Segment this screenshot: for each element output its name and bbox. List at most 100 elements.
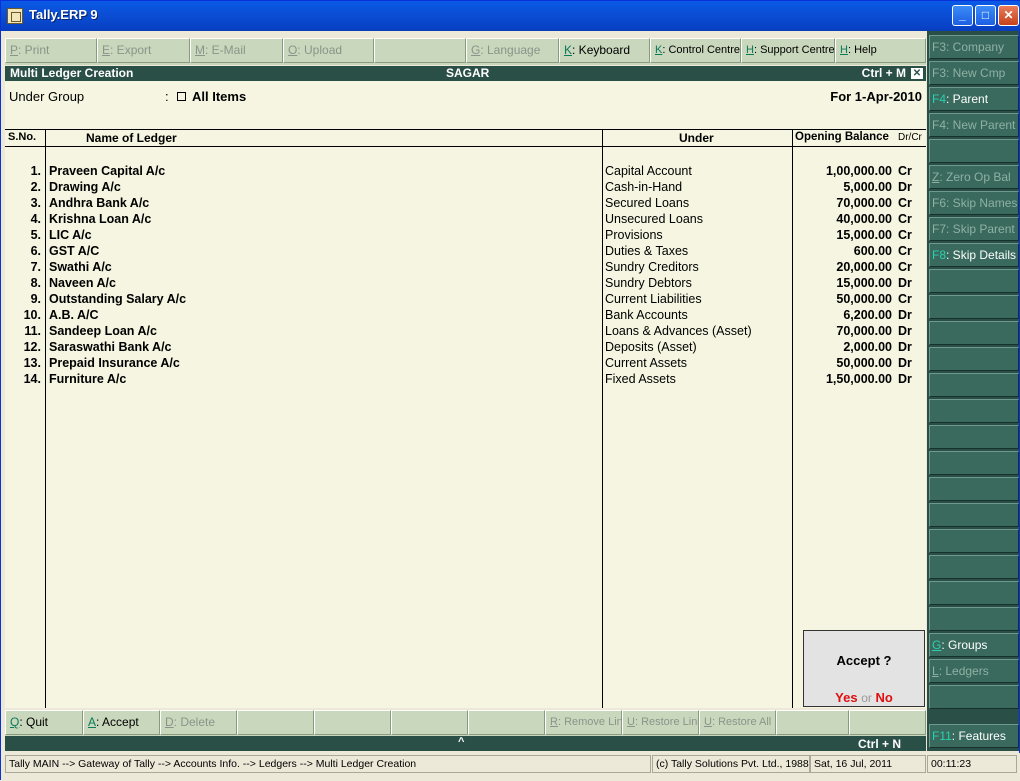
- ledgers-button[interactable]: L: Ledgers: [929, 659, 1019, 683]
- skip-parent-button[interactable]: F7: Skip Parent: [929, 217, 1019, 241]
- ledger-row[interactable]: 10. A.B. A/C Bank Accounts 6,200.00 Dr: [5, 307, 926, 323]
- help-button[interactable]: H: Help: [835, 38, 926, 63]
- new-parent-button[interactable]: F4: New Parent: [929, 113, 1019, 137]
- ledger-group: Capital Account: [605, 164, 692, 178]
- dr-cr: Cr: [898, 244, 912, 258]
- opening-balance: 1,00,000.00: [825, 164, 892, 178]
- quit-button[interactable]: Q: Quit: [5, 710, 83, 735]
- ledger-name: Krishna Loan A/c: [49, 212, 152, 226]
- status-bar: Tally MAIN --> Gateway of Tally --> Acco…: [1, 753, 1020, 781]
- support-centre-button[interactable]: H: Support Centre: [741, 38, 835, 63]
- status-time: 00:11:23: [927, 755, 1017, 773]
- close-icon[interactable]: ✕: [998, 5, 1019, 26]
- under-group-field[interactable]: All Items: [192, 89, 246, 104]
- ledger-row[interactable]: 2. Drawing A/c Cash-in-Hand 5,000.00 Dr: [5, 179, 926, 195]
- ledger-group: Unsecured Loans: [605, 212, 703, 226]
- ledger-group: Sundry Debtors: [605, 276, 692, 290]
- button-label: : Skip Details: [946, 248, 1017, 262]
- no-option[interactable]: No: [876, 690, 893, 705]
- ledger-name: Outstanding Salary A/c: [49, 292, 187, 306]
- skip-details-button[interactable]: F8: Skip Details: [929, 243, 1019, 267]
- ledger-row[interactable]: 7. Swathi A/c Sundry Creditors 20,000.00 Cr: [5, 259, 926, 275]
- shortcut-key: A: [88, 715, 97, 729]
- ledger-row[interactable]: 9. Outstanding Salary A/c Current Liabilit…: [5, 291, 926, 307]
- button-label: : New Parent: [946, 118, 1016, 132]
- button-label: : Control Centre: [662, 44, 740, 56]
- ledger-group: Deposits (Asset): [605, 340, 697, 354]
- features-button[interactable]: F11: Features: [929, 724, 1019, 748]
- new-cmp-button[interactable]: F3: New Cmp: [929, 61, 1019, 85]
- ledger-row[interactable]: 3. Andhra Bank A/c Secured Loans 70,000.00 C…: [5, 195, 926, 211]
- ledger-name: Saraswathi Bank A/c: [49, 340, 172, 354]
- ledger-name: A.B. A/C: [49, 308, 99, 322]
- scroll-up-icon[interactable]: ^: [458, 735, 464, 750]
- serial-number: 7.: [30, 260, 41, 274]
- shortcut-key: E: [102, 43, 111, 57]
- opening-balance: 5,000.00: [843, 180, 892, 194]
- ledger-row[interactable]: 14. Furniture A/c Fixed Assets 1,50,000.00 D…: [5, 371, 926, 387]
- ledger-group: Loans & Advances (Asset): [605, 324, 752, 338]
- delete-button: D: Delete: [160, 710, 237, 735]
- shortcut-key: H: [840, 44, 848, 56]
- header-close-icon[interactable]: ✕: [911, 68, 923, 79]
- header-shortcut: Ctrl + M: [861, 66, 906, 80]
- under-group-colon: :: [165, 89, 169, 104]
- control-centre-button[interactable]: K: Control Centre: [650, 38, 741, 63]
- button-label: : Zero Op Bal: [939, 170, 1011, 184]
- restore-all-button: U: Restore All: [699, 710, 776, 735]
- groups-button[interactable]: G: Groups: [929, 633, 1019, 657]
- minimize-icon[interactable]: _: [952, 5, 973, 26]
- shortcut-key: P: [10, 43, 19, 57]
- blank-side-button: [929, 269, 1019, 293]
- blank-side-button: [929, 581, 1019, 605]
- col-header-sno: S.No.: [8, 131, 37, 143]
- dr-cr: Cr: [898, 164, 912, 178]
- maximize-icon[interactable]: □: [975, 5, 996, 26]
- shortcut-key: G: [471, 43, 481, 57]
- ledger-row[interactable]: 13. Prepaid Insurance A/c Current Assets 50…: [5, 355, 926, 371]
- keyboard-button[interactable]: K: Keyboard: [559, 38, 650, 63]
- company-name: SAGAR: [446, 66, 490, 80]
- blank-button: [468, 710, 545, 735]
- side-button-panel: F3: Company F3: New Cmp F4: Parent F4: New …: [927, 31, 1019, 751]
- ledger-row[interactable]: 8. Naveen A/c Sundry Debtors 15,000.00 Dr: [5, 275, 926, 291]
- title-bar[interactable]: Tally.ERP 9 _ □ ✕: [1, 1, 1020, 31]
- header-bottom-rule: [5, 146, 926, 147]
- ledger-row[interactable]: 5. LIC A/c Provisions 15,000.00 Cr: [5, 227, 926, 243]
- yes-option[interactable]: Yes: [835, 690, 857, 705]
- ledger-name: Praveen Capital A/c: [49, 164, 166, 178]
- ledger-row[interactable]: 1. Praveen Capital A/c Capital Account 1,00…: [5, 163, 926, 179]
- shortcut-key: M: [195, 43, 205, 57]
- serial-number: 8.: [30, 276, 41, 290]
- skip-names-button[interactable]: F6: Skip Names: [929, 191, 1019, 215]
- company-button[interactable]: F3: Company: [929, 35, 1019, 59]
- opening-balance: 40,000.00: [836, 212, 892, 226]
- ledger-group: Bank Accounts: [605, 308, 688, 322]
- parent-button[interactable]: F4: Parent: [929, 87, 1019, 111]
- shortcut-key: F7: [932, 222, 947, 236]
- blank-side-button: [929, 503, 1019, 527]
- col-header-name: Name of Ledger: [86, 131, 177, 145]
- shortcut-key: D: [165, 715, 174, 729]
- ledger-row[interactable]: 12. Saraswathi Bank A/c Deposits (Asset) 2,…: [5, 339, 926, 355]
- button-label: : E-Mail: [205, 43, 246, 57]
- zero-op-bal-button[interactable]: Z: Zero Op Bal: [929, 165, 1019, 189]
- blank-side-button: [929, 139, 1019, 163]
- ledger-name: Naveen A/c: [49, 276, 116, 290]
- accept-button[interactable]: A: Accept: [83, 710, 160, 735]
- serial-number: 11.: [24, 324, 41, 338]
- shortcut-key: K: [564, 43, 573, 57]
- dr-cr: Dr: [898, 340, 912, 354]
- shortcut-key: F8: [932, 248, 947, 262]
- ledger-row[interactable]: 6. GST A/C Duties & Taxes 600.00 Cr: [5, 243, 926, 259]
- dr-cr: Dr: [898, 324, 912, 338]
- button-label: : Export: [110, 43, 152, 57]
- opening-balance: 50,000.00: [836, 356, 892, 370]
- ledger-row[interactable]: 4. Krishna Loan A/c Unsecured Loans 40,000.…: [5, 211, 926, 227]
- blank-button: [374, 38, 466, 63]
- window-title: Tally.ERP 9: [29, 7, 98, 22]
- ledger-row[interactable]: 11. Sandeep Loan A/c Loans & Advances (Ass…: [5, 323, 926, 339]
- opening-balance: 2,000.00: [843, 340, 892, 354]
- under-group-label: Under Group: [9, 89, 85, 104]
- accept-options: Yes or No: [804, 690, 924, 705]
